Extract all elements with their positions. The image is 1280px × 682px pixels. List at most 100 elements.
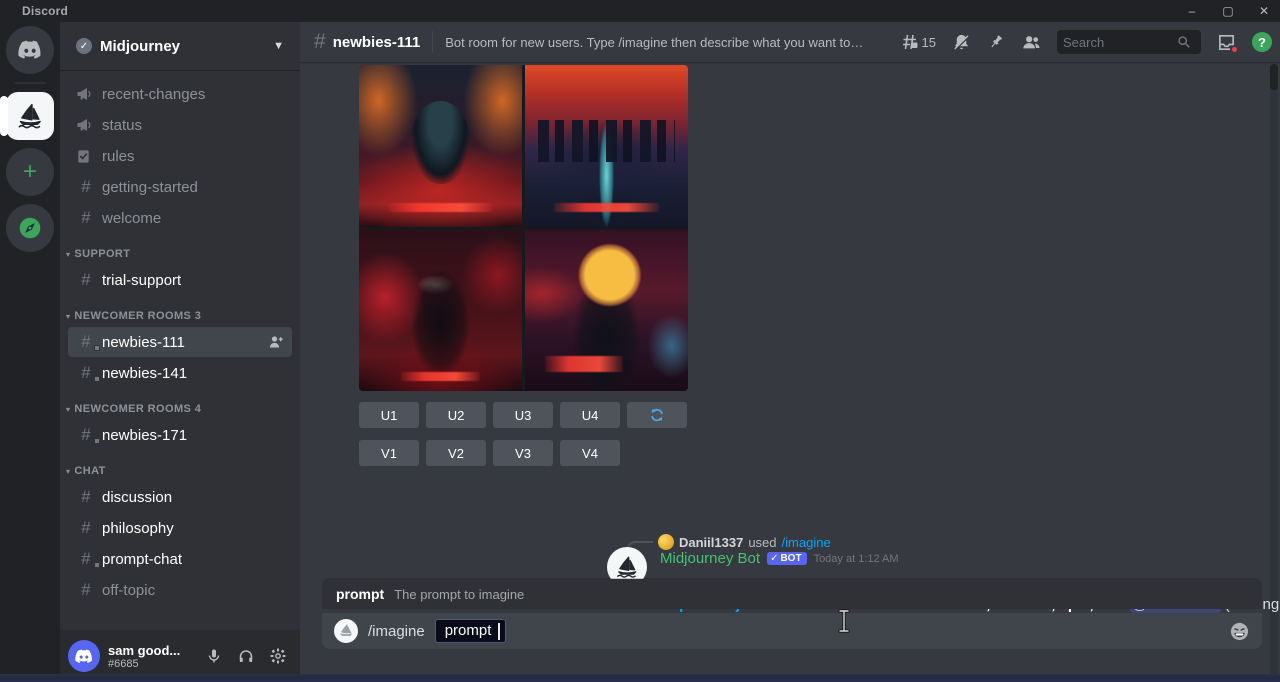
- channel-label: newbies-141: [102, 365, 187, 382]
- channel-newbies-141[interactable]: # newbies-141: [68, 358, 292, 388]
- threads-hash-icon: [901, 33, 919, 51]
- close-button[interactable]: ✕: [1256, 4, 1272, 18]
- midjourney-image-grid[interactable]: [359, 65, 688, 391]
- hash-badge-icon: #: [76, 425, 96, 445]
- v4-button[interactable]: V4: [560, 440, 620, 466]
- header-toolbar: 15 ?: [901, 30, 1272, 54]
- channel-label: trial-support: [102, 272, 181, 289]
- bot-author-name[interactable]: Midjourney Bot: [660, 550, 760, 567]
- category-support[interactable]: ▾ SUPPORT: [60, 234, 300, 264]
- reply-username[interactable]: Daniil1337: [679, 535, 743, 550]
- user-avatar[interactable]: [68, 640, 100, 672]
- v3-button[interactable]: V3: [493, 440, 553, 466]
- chat-scrollbar[interactable]: [1270, 64, 1278, 680]
- channel-newbies-111[interactable]: # newbies-111: [68, 327, 292, 357]
- channel-rules[interactable]: rules: [68, 141, 292, 171]
- channel-sidebar: ✓ Midjourney ▼ recent-changes status rul…: [60, 22, 300, 682]
- generated-image-2[interactable]: [525, 65, 688, 227]
- message-components: U1 U2 U3 U4 V1 V2 V3 V4: [359, 402, 687, 478]
- u1-button[interactable]: U1: [359, 402, 419, 428]
- deafen-button[interactable]: [232, 642, 260, 670]
- channel-newbies-171[interactable]: # newbies-171: [68, 420, 292, 450]
- threads-button[interactable]: 15: [901, 33, 936, 51]
- user-settings-button[interactable]: [264, 642, 292, 670]
- midjourney-sailboat-icon: [338, 623, 354, 639]
- channel-recent-changes[interactable]: recent-changes: [68, 79, 292, 109]
- plus-icon: +: [23, 158, 37, 186]
- search-icon: [1177, 35, 1191, 49]
- emoji-picker-button[interactable]: [1229, 621, 1250, 642]
- hash-badge-icon: #: [76, 549, 96, 569]
- channel-label: rules: [102, 148, 135, 165]
- generated-image-3[interactable]: [359, 230, 522, 392]
- channel-trial-support[interactable]: # trial-support: [68, 265, 292, 295]
- pinned-messages-button[interactable]: [987, 33, 1005, 51]
- explore-servers-button[interactable]: [6, 204, 54, 252]
- channel-prompt-chat[interactable]: # prompt-chat: [68, 544, 292, 574]
- search-input[interactable]: [1063, 35, 1173, 50]
- v2-button[interactable]: V2: [426, 440, 486, 466]
- add-server-button[interactable]: +: [6, 148, 54, 196]
- command-bot-avatar: [334, 619, 358, 643]
- generated-image-1[interactable]: [359, 65, 522, 227]
- mute-mic-button[interactable]: [200, 642, 228, 670]
- rules-book-icon: [76, 149, 96, 164]
- autocomplete-option[interactable]: prompt: [336, 586, 384, 602]
- bot-badge-check-icon: ✓: [770, 553, 778, 564]
- artwork-title-text: [401, 372, 479, 381]
- reply-user-avatar[interactable]: [658, 534, 674, 550]
- u4-button[interactable]: U4: [560, 402, 620, 428]
- u3-button[interactable]: U3: [493, 402, 553, 428]
- inbox-unread-dot: [1230, 45, 1239, 54]
- maximize-button[interactable]: ▢: [1220, 4, 1236, 18]
- channel-status[interactable]: status: [68, 110, 292, 140]
- channel-label: recent-changes: [102, 86, 205, 103]
- generated-image-4[interactable]: [525, 230, 688, 392]
- reroll-button[interactable]: [627, 402, 687, 428]
- window-title: Discord: [22, 4, 68, 18]
- v1-button[interactable]: V1: [359, 440, 419, 466]
- channel-label: getting-started: [102, 179, 198, 196]
- prompt-option-field[interactable]: prompt: [435, 619, 507, 643]
- search-box[interactable]: [1057, 30, 1201, 54]
- channel-discussion[interactable]: # discussion: [68, 482, 292, 512]
- notification-settings-button[interactable]: [952, 33, 971, 52]
- channel-getting-started[interactable]: # getting-started: [68, 172, 292, 202]
- message-composer[interactable]: /imagine prompt: [322, 613, 1262, 649]
- reply-action-text: used: [748, 535, 776, 550]
- help-button[interactable]: ?: [1252, 32, 1272, 52]
- minimize-button[interactable]: –: [1184, 4, 1200, 18]
- reply-context[interactable]: Daniil1337 used /imagine: [658, 534, 831, 550]
- rail-separator: [14, 82, 46, 84]
- midjourney-sailboat-icon: [614, 554, 640, 580]
- home-button[interactable]: [6, 26, 54, 74]
- channel-label: status: [102, 117, 142, 134]
- hash-icon: #: [76, 177, 96, 197]
- reply-command-link[interactable]: /imagine: [782, 535, 831, 550]
- member-list-button[interactable]: [1021, 33, 1041, 51]
- server-rail: +: [0, 22, 60, 682]
- slash-command-autocomplete[interactable]: prompt The prompt to imagine: [322, 579, 1262, 609]
- chat-scrollbar-thumb[interactable]: [1270, 64, 1278, 90]
- category-label: SUPPORT: [74, 248, 130, 260]
- upscale-row: U1 U2 U3 U4: [359, 402, 687, 428]
- channel-philosophy[interactable]: # philosophy: [68, 513, 292, 543]
- hash-badge-dot: [94, 376, 100, 382]
- channel-welcome[interactable]: # welcome: [68, 203, 292, 233]
- server-header[interactable]: ✓ Midjourney ▼: [60, 22, 300, 70]
- emoji-smile-icon: [1229, 621, 1250, 642]
- user-info[interactable]: sam good... #6685: [108, 643, 192, 670]
- inbox-button[interactable]: [1217, 33, 1236, 52]
- channel-off-topic[interactable]: # off-topic: [68, 575, 292, 605]
- window-controls: – ▢ ✕: [1184, 0, 1272, 22]
- u2-button[interactable]: U2: [426, 402, 486, 428]
- threads-count: 15: [922, 35, 936, 50]
- channel-topic[interactable]: Bot room for new users. Type /imagine th…: [445, 35, 865, 50]
- create-invite-icon[interactable]: [268, 334, 284, 350]
- category-newcomer-rooms-3[interactable]: ▾ NEWCOMER ROOMS 3: [60, 296, 300, 326]
- username: sam good...: [108, 643, 192, 658]
- category-newcomer-rooms-4[interactable]: ▾ NEWCOMER ROOMS 4: [60, 389, 300, 419]
- category-chat[interactable]: ▾ CHAT: [60, 451, 300, 481]
- window-titlebar: Discord – ▢ ✕: [0, 0, 1280, 22]
- server-icon-midjourney[interactable]: [6, 92, 54, 140]
